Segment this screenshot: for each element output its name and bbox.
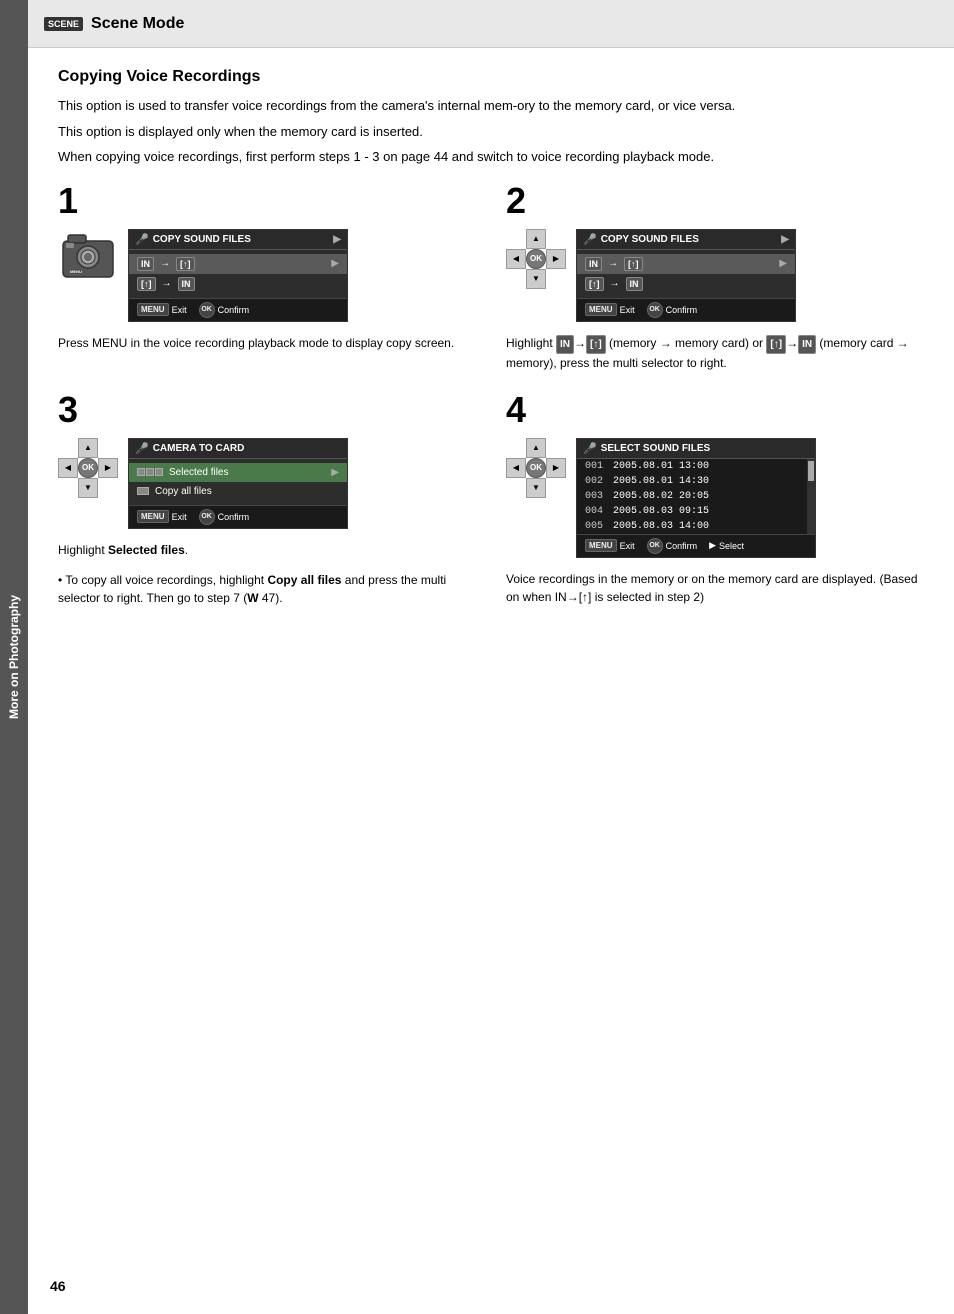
file-row-1[interactable]: 001 2005.08.01 13:00 (577, 459, 807, 474)
step-4-exit-btn: MENU Exit (585, 539, 635, 552)
camera-icon-1: MENU (58, 229, 118, 284)
file-row-2[interactable]: 002 2005.08.01 14:30 (577, 474, 807, 489)
section-title: Copying Voice Recordings (58, 68, 924, 86)
step-3-screen-title: 🎤 CAMERA TO CARD (129, 439, 347, 459)
step-2-row-1: IN → [↑] ▶ (577, 254, 795, 274)
step-1-row-2: [↑] → IN (129, 274, 347, 294)
step-3-footer: MENU Exit OK Confirm (129, 505, 347, 528)
dpad-3-ok[interactable]: OK (78, 458, 98, 478)
step-4-screen-title: 🎤 SELECT SOUND FILES (577, 439, 815, 459)
dpad-up[interactable]: ▲ (526, 229, 546, 249)
scene-icon: SCENE (44, 17, 83, 31)
step-4-number: 4 (506, 392, 924, 428)
step-3-content: ▲ ◀ OK ▶ ▼ 🎤 CAMERA TO CARD (58, 438, 476, 529)
page-number: 46 (50, 1278, 66, 1294)
scrollbar[interactable] (807, 459, 815, 534)
step-2-confirm-btn: OK Confirm (647, 302, 698, 318)
dpad-right[interactable]: ▶ (546, 249, 566, 269)
step-4-select-btn: ▶ Select (709, 540, 744, 551)
step-2: 2 ▲ ◀ OK ▶ ▼ 🎤 COP (506, 183, 924, 372)
step-3-row-1: Selected files ▶ (129, 463, 347, 482)
step-2-screen: 🎤 COPY SOUND FILES ▶ IN → [↑] ▶ [↑] (576, 229, 796, 322)
step-4-footer: MENU Exit OK Confirm ▶ Select (577, 534, 815, 557)
steps-grid: 1 MENU (58, 183, 924, 607)
dpad-4-left[interactable]: ◀ (506, 458, 526, 478)
step-4-files: 001 2005.08.01 13:00 002 2005.08.01 14:3… (577, 459, 807, 534)
step-1-footer: MENU Exit OK Confirm (129, 298, 347, 321)
step-3-screen-body: Selected files ▶ Copy all files (129, 459, 347, 505)
step-1-exit-btn: MENU Exit (137, 303, 187, 316)
intro-1: This option is used to transfer voice re… (58, 96, 924, 116)
dpad-2[interactable]: ▲ ◀ OK ▶ ▼ (506, 229, 566, 289)
sidebar-label: More on Photography (7, 595, 21, 719)
intro-3: When copying voice recordings, first per… (58, 147, 924, 167)
step-2-exit-btn: MENU Exit (585, 303, 635, 316)
step-3: 3 ▲ ◀ OK ▶ ▼ 🎤 CAM (58, 392, 476, 607)
step-3-number: 3 (58, 392, 476, 428)
step-1: 1 MENU (58, 183, 476, 372)
step-3-exit-btn: MENU Exit (137, 510, 187, 523)
step-1-content: MENU 🎤 COPY SOUND FILES ▶ IN → [↑] (58, 229, 476, 322)
step-3-row-2: Copy all files (129, 482, 347, 501)
step-3-screen: 🎤 CAMERA TO CARD Selected files ▶ (128, 438, 348, 529)
page-header-title: Scene Mode (91, 15, 184, 33)
step-1-number: 1 (58, 183, 476, 219)
step-4-desc: Voice recordings in the memory or on the… (506, 570, 924, 606)
step-4-content: ▲ ◀ OK ▶ ▼ 🎤 SELECT SOUND FILES (506, 438, 924, 558)
step-2-desc: Highlight IN→[↑] (memory → memory card) … (506, 334, 924, 372)
main-content: Copying Voice Recordings This option is … (28, 48, 954, 1314)
dpad-4[interactable]: ▲ ◀ OK ▶ ▼ (506, 438, 566, 498)
dpad-4-right[interactable]: ▶ (546, 458, 566, 478)
step-1-screen-body: IN → [↑] ▶ [↑] → IN (129, 250, 347, 298)
step-2-number: 2 (506, 183, 924, 219)
step-2-row-2: [↑] → IN (577, 274, 795, 294)
step-3-desc: Highlight Selected files. (58, 541, 476, 559)
step-2-screen-title: 🎤 COPY SOUND FILES ▶ (577, 230, 795, 250)
step-3-confirm-btn: OK Confirm (199, 509, 250, 525)
step-4-screen: 🎤 SELECT SOUND FILES 001 2005.08.01 13:0… (576, 438, 816, 558)
file-row-4[interactable]: 004 2005.08.03 09:15 (577, 504, 807, 519)
dpad-4-up[interactable]: ▲ (526, 438, 546, 458)
dpad-4-down[interactable]: ▼ (526, 478, 546, 498)
dpad-down[interactable]: ▼ (526, 269, 546, 289)
dpad-left[interactable]: ◀ (506, 249, 526, 269)
page-header: SCENE Scene Mode (28, 0, 954, 48)
file-row-5[interactable]: 005 2005.08.03 14:00 (577, 519, 807, 534)
step-1-screen: 🎤 COPY SOUND FILES ▶ IN → [↑] ▶ [↑] (128, 229, 348, 322)
svg-text:MENU: MENU (70, 269, 82, 274)
dpad-3-down[interactable]: ▼ (78, 478, 98, 498)
dpad-3-up[interactable]: ▲ (78, 438, 98, 458)
scrollbar-thumb (808, 461, 814, 481)
dpad-3-right[interactable]: ▶ (98, 458, 118, 478)
sidebar-tab: More on Photography (0, 0, 28, 1314)
step-4-confirm-btn: OK Confirm (647, 538, 698, 554)
file-row-3[interactable]: 003 2005.08.02 20:05 (577, 489, 807, 504)
step-2-content: ▲ ◀ OK ▶ ▼ 🎤 COPY SOUND FILES ▶ (506, 229, 924, 322)
dpad-ok[interactable]: OK (526, 249, 546, 269)
step-2-footer: MENU Exit OK Confirm (577, 298, 795, 321)
dpad-3-left[interactable]: ◀ (58, 458, 78, 478)
step-1-confirm-btn: OK Confirm (199, 302, 250, 318)
dpad-3[interactable]: ▲ ◀ OK ▶ ▼ (58, 438, 118, 498)
step-1-screen-title: 🎤 COPY SOUND FILES ▶ (129, 230, 347, 250)
intro-2: This option is displayed only when the m… (58, 122, 924, 142)
step-3-note: • To copy all voice recordings, highligh… (58, 571, 476, 607)
step-2-screen-body: IN → [↑] ▶ [↑] → IN (577, 250, 795, 298)
dpad-4-ok[interactable]: OK (526, 458, 546, 478)
step-1-desc: Press MENU in the voice recording playba… (58, 334, 476, 352)
step-4-file-list: 001 2005.08.01 13:00 002 2005.08.01 14:3… (577, 459, 815, 534)
step-4: 4 ▲ ◀ OK ▶ ▼ 🎤 SEL (506, 392, 924, 607)
step-1-row-1: IN → [↑] ▶ (129, 254, 347, 274)
